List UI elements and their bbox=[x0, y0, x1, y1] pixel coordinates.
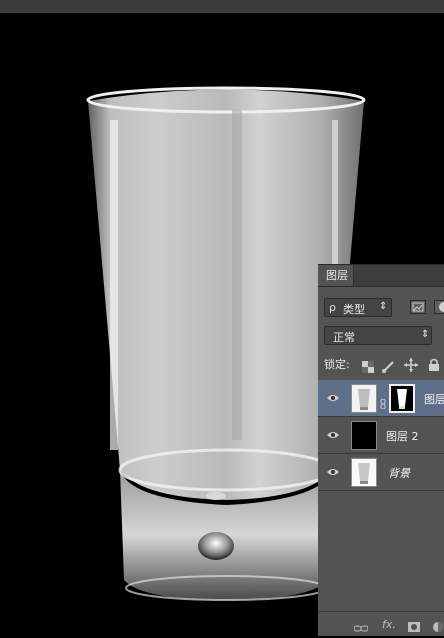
layer-row[interactable]: 背景 bbox=[318, 454, 444, 491]
lock-label: 锁定: bbox=[324, 358, 350, 371]
filter-label: 类型 bbox=[343, 303, 365, 316]
layers-panel: 图层 ρ 类型 ⇕ 正常 ⇕ 锁定: 图层 图层 2 背景 fx. bbox=[318, 264, 444, 636]
blend-mode-value: 正常 bbox=[333, 331, 355, 344]
lock-all-icon[interactable] bbox=[428, 357, 440, 371]
fx-icon[interactable]: fx. bbox=[382, 618, 396, 631]
chain-link-icon[interactable] bbox=[380, 394, 386, 410]
blend-mode-select[interactable]: 正常 ⇕ bbox=[324, 326, 432, 345]
layer-name: 背景 bbox=[388, 467, 410, 480]
panel-tab-bar: 图层 bbox=[318, 265, 444, 287]
lock-position-icon[interactable] bbox=[404, 357, 418, 372]
search-icon: ρ bbox=[329, 301, 336, 314]
layer-name: 图层 bbox=[424, 393, 444, 406]
visibility-eye-icon[interactable] bbox=[327, 430, 339, 440]
layers-panel-footer: fx. bbox=[318, 611, 444, 636]
adjustment-icon[interactable] bbox=[432, 618, 444, 632]
lock-image-pixels-icon[interactable] bbox=[382, 358, 394, 373]
layer-thumbnail[interactable] bbox=[351, 458, 377, 487]
tab-layers[interactable]: 图层 bbox=[318, 265, 354, 286]
visibility-eye-icon[interactable] bbox=[327, 393, 339, 403]
top-toolbar-strip bbox=[0, 0, 444, 13]
layer-thumbnail[interactable] bbox=[351, 384, 377, 413]
layer-thumbnail[interactable] bbox=[351, 421, 377, 450]
lock-transparent-pixels-icon[interactable] bbox=[362, 358, 374, 373]
layer-row[interactable]: 图层 2 bbox=[318, 417, 444, 454]
chevron-updown-icon: ⇕ bbox=[421, 329, 430, 340]
layer-name: 图层 2 bbox=[386, 430, 419, 443]
link-icon[interactable] bbox=[353, 619, 369, 632]
layer-mask-thumbnail[interactable] bbox=[389, 384, 415, 413]
layer-filter-select[interactable]: ρ 类型 ⇕ bbox=[324, 298, 392, 317]
adjustment-filter-icon[interactable] bbox=[434, 300, 444, 314]
mask-icon[interactable] bbox=[408, 618, 420, 632]
layer-row[interactable]: 图层 bbox=[318, 380, 444, 417]
image-filter-icon[interactable] bbox=[410, 300, 426, 314]
visibility-eye-icon[interactable] bbox=[327, 467, 339, 477]
chevron-updown-icon: ⇕ bbox=[379, 301, 388, 312]
